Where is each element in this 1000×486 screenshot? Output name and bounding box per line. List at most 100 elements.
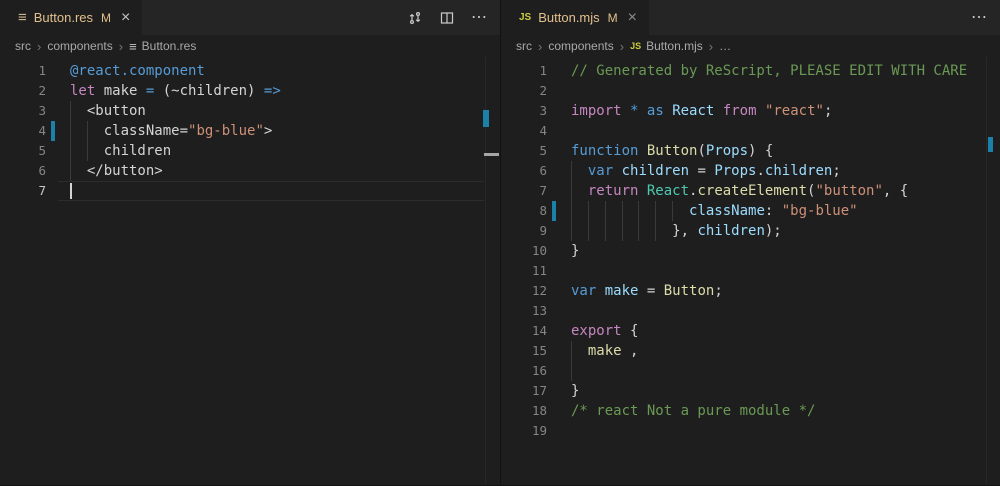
breadcrumb-item-file[interactable]: Button.res [142, 39, 197, 53]
overview-modified-marker [483, 110, 489, 127]
open-changes-icon[interactable] [407, 10, 423, 26]
code-token: export [571, 323, 622, 339]
code-token: "bg-blue" [782, 203, 858, 219]
editor-group-left: ≡ Button.res M × ⋯ s [0, 0, 500, 486]
tab-bar-left: ≡ Button.res M × ⋯ [0, 0, 500, 35]
line-number: 1 [0, 61, 46, 81]
code-token: , { [883, 183, 908, 199]
code-line[interactable]: 3import * as React from "react"; [501, 101, 1000, 121]
line-number: 12 [501, 281, 547, 301]
code-line-text: </button> [70, 161, 163, 181]
code-token: } [571, 383, 579, 399]
code-line[interactable]: 5 children [0, 141, 500, 161]
code-token: => [264, 83, 281, 99]
chevron-right-icon: › [37, 40, 41, 53]
line-number: 4 [0, 121, 46, 141]
rescript-file-icon: ≡ [18, 10, 27, 25]
code-line[interactable]: 4 [501, 121, 1000, 141]
code-line-text: make , [571, 341, 638, 361]
code-token: , [622, 343, 639, 359]
indent-guide [588, 201, 589, 241]
line-number: 13 [501, 301, 547, 321]
code-token [613, 163, 621, 179]
code-line[interactable]: 6 </button> [0, 161, 500, 181]
overview-modified-marker [988, 137, 993, 152]
tab-button-mjs[interactable]: JS Button.mjs M × [501, 0, 649, 35]
code-token: ( [697, 143, 705, 159]
code-line[interactable]: 18/* react Not a pure module */ [501, 401, 1000, 421]
code-token: children [70, 143, 171, 159]
chevron-right-icon: › [709, 40, 713, 53]
breadcrumb-item-components[interactable]: components [47, 39, 112, 53]
code-line[interactable]: 9 }, children); [501, 221, 1000, 241]
code-line[interactable]: 15 make , [501, 341, 1000, 361]
git-modified-gutter-marker [51, 121, 55, 141]
code-line[interactable]: 17} [501, 381, 1000, 401]
code-token: children [697, 223, 764, 239]
code-line[interactable]: 4 className="bg-blue"> [0, 121, 500, 141]
code-token [757, 103, 765, 119]
code-line[interactable]: 1// Generated by ReScript, PLEASE EDIT W… [501, 61, 1000, 81]
code-line-text: } [571, 241, 579, 261]
code-editor-button-res[interactable]: 1@react.component2let make = (~children)… [0, 57, 500, 486]
code-token: Button [664, 283, 715, 299]
indent-guide [622, 201, 623, 241]
code-line[interactable]: 8 className: "bg-blue" [501, 201, 1000, 221]
tab-bar-right: JS Button.mjs M × ⋯ [501, 0, 1000, 35]
code-line-text: // Generated by ReScript, PLEASE EDIT WI… [571, 61, 967, 81]
breadcrumb-right: src › components › JS Button.mjs › … [501, 35, 1000, 57]
rescript-file-icon: ≡ [129, 40, 137, 53]
code-line[interactable]: 13 [501, 301, 1000, 321]
more-actions-icon[interactable]: ⋯ [471, 10, 488, 26]
code-line[interactable]: 2 [501, 81, 1000, 101]
code-line[interactable]: 1@react.component [0, 61, 500, 81]
code-line[interactable]: 16 [501, 361, 1000, 381]
line-number: 3 [0, 101, 46, 121]
breadcrumb-item-file[interactable]: Button.mjs [646, 39, 703, 53]
code-token [596, 283, 604, 299]
close-tab-icon[interactable]: × [628, 10, 637, 26]
code-token [571, 183, 588, 199]
overview-cursor-marker [484, 153, 499, 156]
code-line[interactable]: 10} [501, 241, 1000, 261]
code-editor-button-mjs[interactable]: 1// Generated by ReScript, PLEASE EDIT W… [501, 57, 1000, 486]
code-line[interactable]: 7 return React.createElement("button", { [501, 181, 1000, 201]
code-line[interactable]: 11 [501, 261, 1000, 281]
code-line[interactable]: 2let make = (~children) => [0, 81, 500, 101]
javascript-file-icon: JS [519, 13, 531, 23]
code-token: make [95, 83, 146, 99]
code-token: <button [70, 103, 146, 119]
close-tab-icon[interactable]: × [121, 10, 130, 26]
breadcrumb-item-symbol[interactable]: … [719, 39, 731, 53]
code-line[interactable]: 3 <button [0, 101, 500, 121]
code-line[interactable]: 5function Button(Props) { [501, 141, 1000, 161]
code-line-text: className: "bg-blue" [571, 201, 858, 221]
code-line[interactable]: 12var make = Button; [501, 281, 1000, 301]
code-line[interactable]: 14export { [501, 321, 1000, 341]
chevron-right-icon: › [620, 40, 624, 53]
breadcrumb-item-src[interactable]: src [516, 39, 532, 53]
code-token: ) { [748, 143, 773, 159]
code-line[interactable]: 6 var children = Props.children; [501, 161, 1000, 181]
breadcrumb-item-src[interactable]: src [15, 39, 31, 53]
code-token [638, 143, 646, 159]
code-line-text: } [571, 381, 579, 401]
line-number: 2 [0, 81, 46, 101]
code-token: . [756, 163, 764, 179]
breadcrumb-item-components[interactable]: components [548, 39, 613, 53]
editor-actions-right: ⋯ [971, 0, 988, 35]
code-token: }, [571, 223, 697, 239]
indent-guide [605, 201, 606, 241]
more-actions-icon[interactable]: ⋯ [971, 10, 988, 26]
tab-button-res[interactable]: ≡ Button.res M × [0, 0, 142, 35]
code-token: children [622, 163, 689, 179]
line-number: 2 [501, 81, 547, 101]
code-token [638, 183, 646, 199]
code-token: make [588, 343, 622, 359]
split-editor-icon[interactable] [439, 10, 455, 26]
code-token: React [672, 103, 714, 119]
code-line-text: import * as React from "react"; [571, 101, 832, 121]
code-token: ; [824, 103, 832, 119]
line-number: 9 [501, 221, 547, 241]
code-line[interactable]: 19 [501, 421, 1000, 441]
